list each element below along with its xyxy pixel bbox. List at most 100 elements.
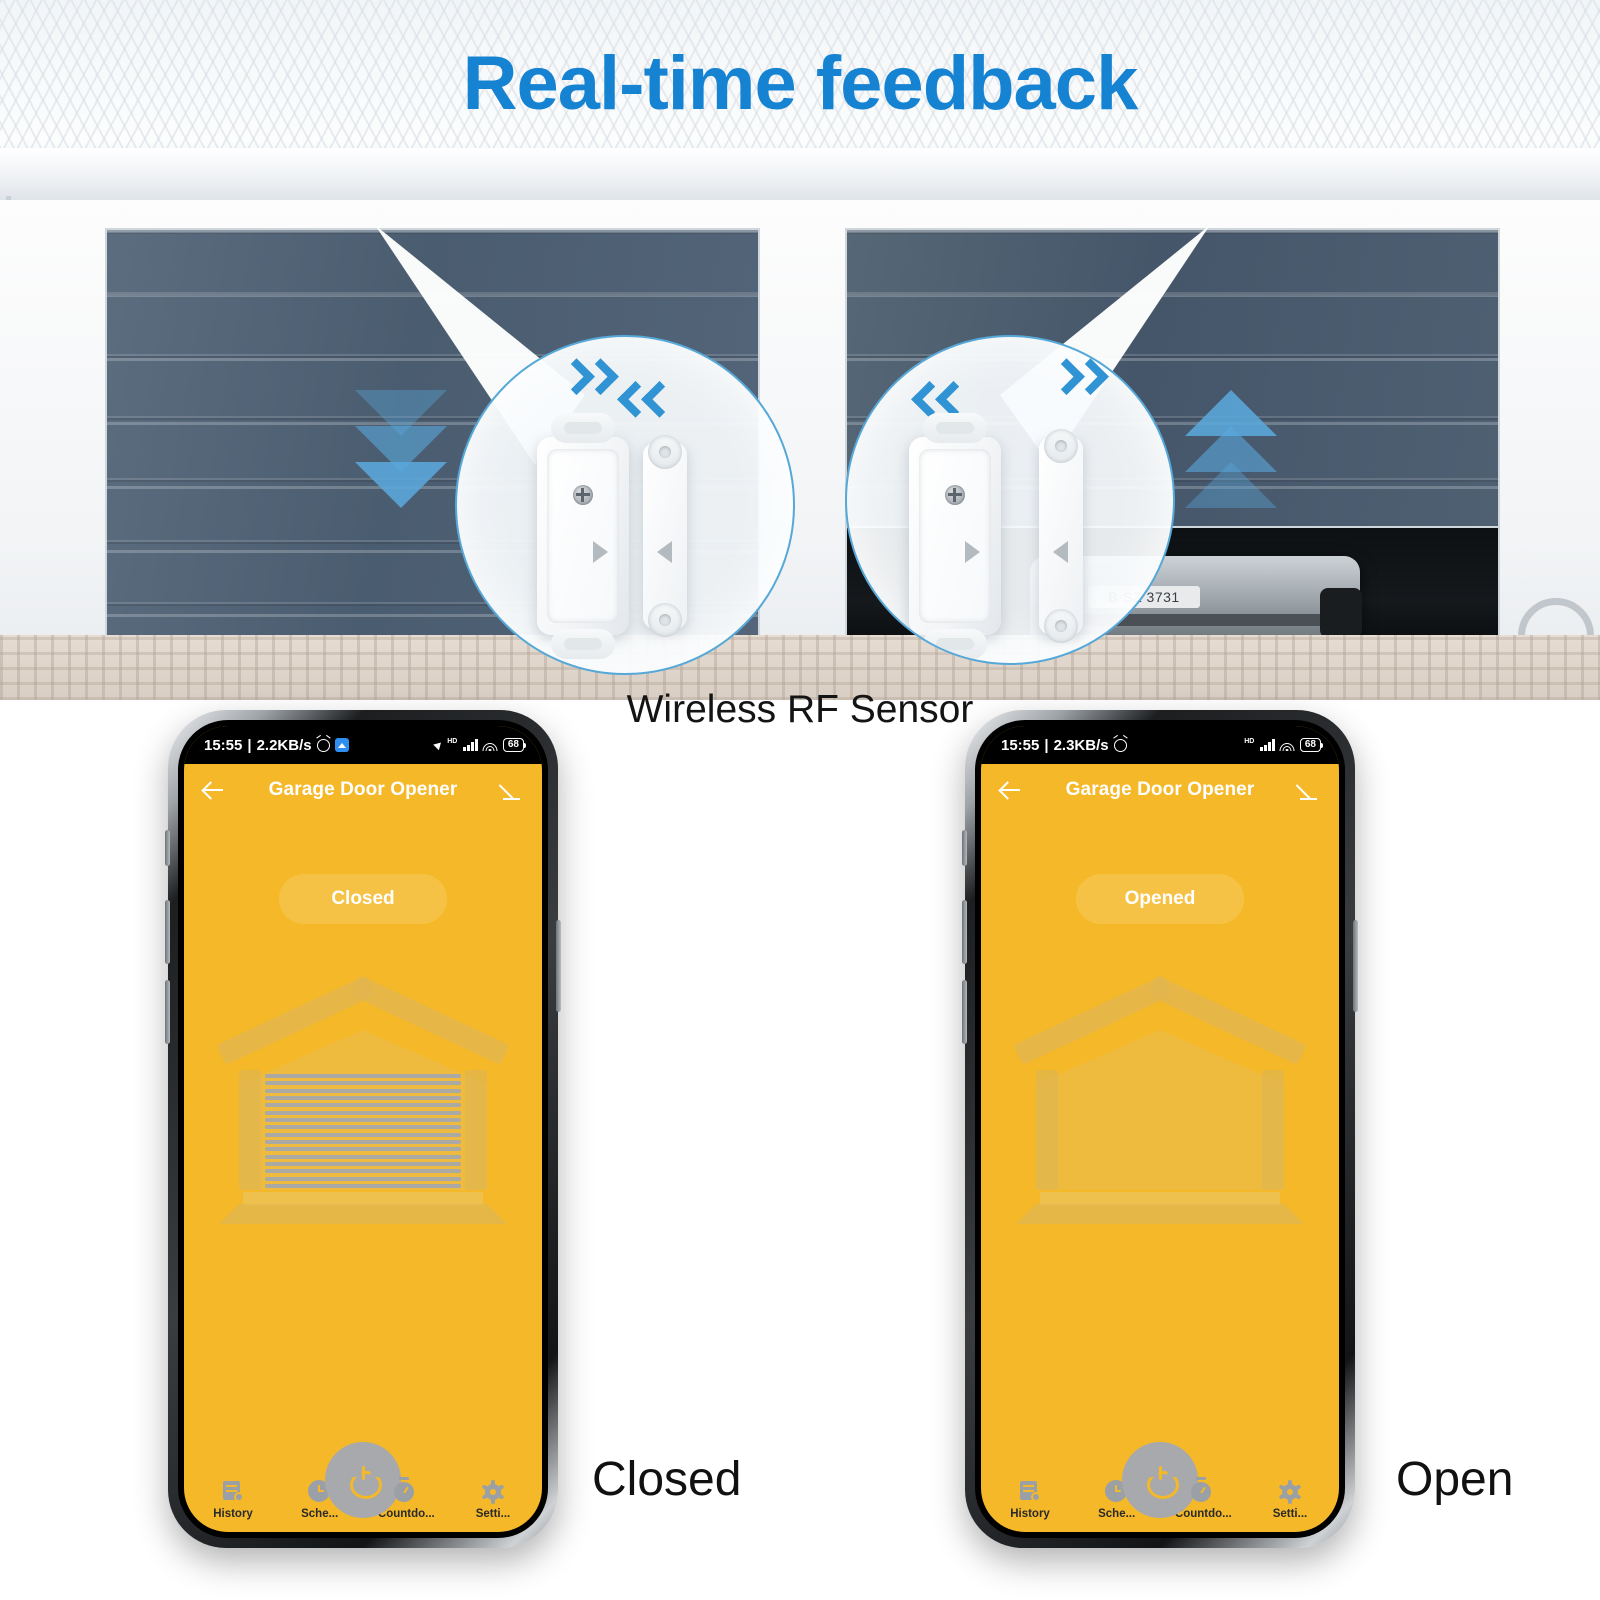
roof-fascia: [0, 148, 1600, 200]
network-type-label: HD: [1244, 738, 1255, 745]
battery-indicator: 68: [1299, 738, 1324, 752]
sensor-callout-open: [845, 335, 1175, 665]
status-time: 15:55: [204, 736, 243, 754]
garage-door-open-illustration: [1010, 975, 1310, 1232]
car-wheel: [1320, 588, 1362, 638]
phone-bezel: 15:55 | 2.3KB/s HD 68 Garage Door Opener: [975, 720, 1345, 1538]
nav-item-history[interactable]: History: [200, 1479, 266, 1520]
sensor-mount-tab-top: [551, 413, 615, 443]
nav-item-history[interactable]: History: [997, 1479, 1063, 1520]
gear-icon: [1279, 1480, 1302, 1504]
mute-switch[interactable]: [962, 830, 967, 866]
nav-item-settings[interactable]: Setti...: [1257, 1480, 1323, 1520]
pencil-edit-icon[interactable]: [502, 779, 524, 801]
sensor-screw: [573, 485, 593, 505]
sensor-caption: Wireless RF Sensor: [626, 688, 974, 731]
power-toggle-button[interactable]: [325, 1442, 401, 1518]
volume-down-button[interactable]: [962, 980, 967, 1044]
network-speed: 2.3KB/s: [1053, 736, 1109, 754]
power-icon: [1146, 1466, 1174, 1494]
nav-label-history: History: [1010, 1508, 1050, 1520]
history-icon: [1018, 1479, 1042, 1503]
wifi-icon: [482, 739, 498, 751]
garage-illustration-wrap: [184, 924, 542, 1440]
phone-mockup-closed: 15:55 | 2.2KB/s HD 68 Garage Door Opener: [165, 710, 561, 1548]
magnet-screw-hole-top: [1044, 429, 1078, 463]
garage-base: [219, 1204, 507, 1224]
app-notification-icon: [334, 738, 349, 752]
nav-label-settings: Setti...: [1272, 1508, 1308, 1520]
rf-sensor-main-body: [909, 413, 1001, 659]
app-title: Garage Door Opener: [1065, 779, 1255, 800]
garage-illustration-wrap: [981, 924, 1339, 1440]
sensor-alignment-marker: [593, 541, 608, 563]
history-icon: [221, 1479, 245, 1503]
signal-bars-icon: [1260, 739, 1275, 751]
nav-item-settings[interactable]: Setti...: [460, 1480, 526, 1520]
sensor-callout-closed: [455, 335, 795, 675]
power-side-button[interactable]: [1353, 920, 1358, 1012]
status-pill-wrap: Opened: [981, 816, 1339, 924]
power-toggle-button[interactable]: [1122, 1442, 1198, 1518]
garage-floor: [1040, 1192, 1280, 1206]
nav-label-schedule: Sche...: [301, 1508, 339, 1520]
phone-screen: 15:55 | 2.3KB/s HD 68 Garage Door Opener: [981, 726, 1339, 1532]
magnet-screw-hole-bottom: [648, 603, 682, 637]
network-speed: 2.2KB/s: [256, 736, 312, 754]
rf-signal-chevrons-outward: [847, 358, 1173, 418]
page-title: Real-time feedback: [462, 41, 1139, 126]
status-badge: Closed: [279, 874, 447, 924]
magnet-alignment-marker: [1053, 541, 1068, 563]
magnet-alignment-marker: [657, 541, 672, 563]
sensor-screw: [945, 485, 965, 505]
mute-switch[interactable]: [165, 830, 170, 866]
bottom-navigation: History Sche... Countdo... Setti...: [981, 1440, 1339, 1532]
timer-icon: [394, 1477, 418, 1503]
alarm-clock-icon: [1113, 738, 1127, 752]
sensor-inner-panel: [919, 449, 991, 623]
magnet-screw-hole-top: [648, 435, 682, 469]
rf-sensor-magnet-bar: [1039, 429, 1083, 643]
power-side-button[interactable]: [556, 920, 561, 1012]
status-separator: |: [1044, 736, 1049, 754]
wifi-icon: [1279, 739, 1295, 751]
app-title: Garage Door Opener: [268, 779, 458, 800]
status-separator: |: [247, 736, 252, 754]
status-pill-wrap: Closed: [184, 816, 542, 924]
alarm-clock-icon: [316, 738, 330, 752]
location-arrow-icon: [433, 739, 445, 751]
garage-door-slats: [265, 1074, 461, 1188]
gear-icon: [482, 1480, 505, 1504]
phone-mockup-open: 15:55 | 2.3KB/s HD 68 Garage Door Opener: [962, 710, 1358, 1548]
volume-up-button[interactable]: [962, 900, 967, 964]
garage-door-closed-illustration: [213, 975, 513, 1232]
garage-pillar-left: [1036, 1070, 1058, 1190]
garage-gable: [1036, 1030, 1284, 1190]
status-badge: Opened: [1076, 874, 1244, 924]
nav-label-settings: Setti...: [475, 1508, 511, 1520]
garage-pillar-right: [1262, 1070, 1284, 1190]
back-arrow-icon[interactable]: [202, 779, 224, 801]
volume-down-button[interactable]: [165, 980, 170, 1044]
caption-closed: Closed: [592, 1453, 742, 1506]
sensor-inner-panel: [547, 449, 619, 623]
pencil-edit-icon[interactable]: [1299, 779, 1321, 801]
power-icon: [349, 1466, 377, 1494]
phone-bezel: 15:55 | 2.2KB/s HD 68 Garage Door Opener: [178, 720, 548, 1538]
rf-sensor-magnet-bar: [643, 435, 687, 637]
battery-indicator: 68: [502, 738, 527, 752]
sensor-mount-tab-bottom: [551, 629, 615, 659]
volume-up-button[interactable]: [165, 900, 170, 964]
garage-base: [1016, 1204, 1304, 1224]
app-header: Garage Door Opener: [184, 764, 542, 816]
caption-open: Open: [1396, 1453, 1514, 1506]
timer-icon: [1191, 1477, 1215, 1503]
status-time: 15:55: [1001, 736, 1040, 754]
garage-pillar-right: [465, 1070, 487, 1190]
magnet-screw-hole-bottom: [1044, 609, 1078, 643]
app-header: Garage Door Opener: [981, 764, 1339, 816]
garage-pillar-left: [239, 1070, 261, 1190]
phone-screen: 15:55 | 2.2KB/s HD 68 Garage Door Opener: [184, 726, 542, 1532]
back-arrow-icon[interactable]: [999, 779, 1021, 801]
sensor-mount-tab-top: [923, 413, 987, 443]
